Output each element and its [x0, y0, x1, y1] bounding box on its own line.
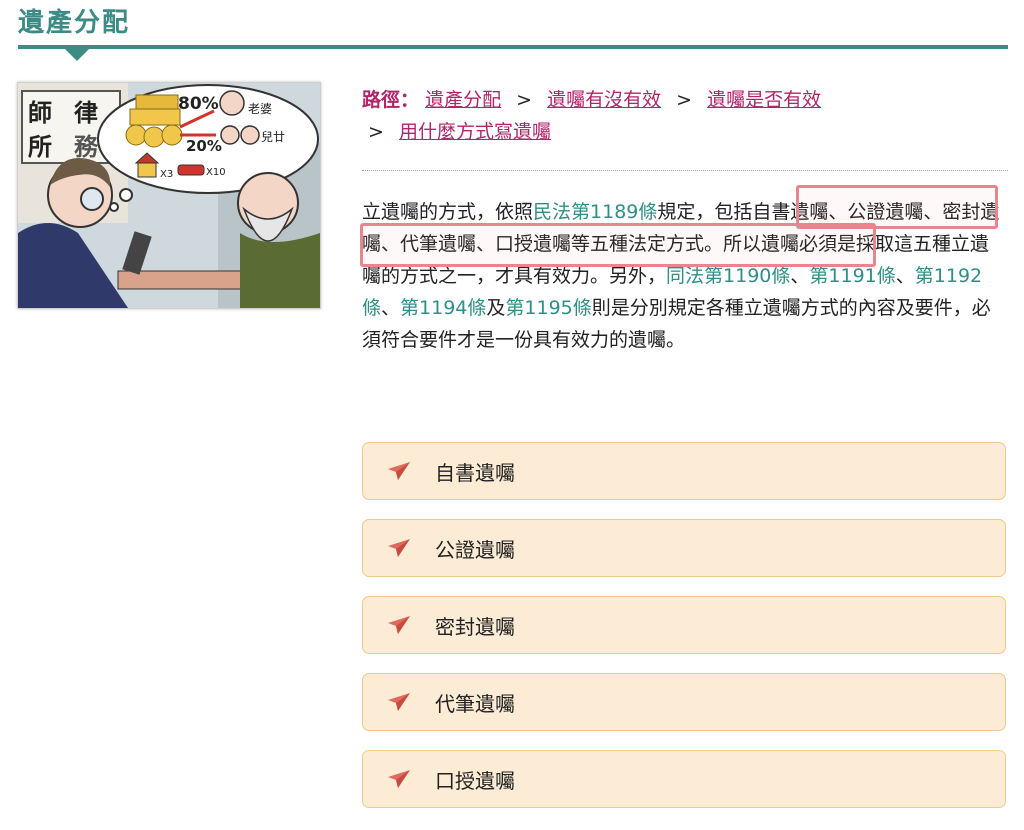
law-link-1191[interactable]: 第1191條 — [809, 265, 895, 287]
breadcrumb: 路徑： 遺產分配 > 遺囑有沒有效 > 遺囑是否有效 > 用什麼方式寫遺囑 — [362, 84, 1002, 148]
body-paragraph: 立遺囑的方式，依照民法第1189條規定，包括自書遺囑、公證遺囑、密封遺囑、代筆遺… — [362, 196, 1004, 356]
para-sep: 及 — [486, 297, 506, 319]
paper-plane-icon — [387, 614, 413, 636]
breadcrumb-separator: > — [676, 89, 693, 111]
accordion-item-notarized-will[interactable]: 公證遺囑 — [362, 519, 1006, 577]
sign-char: 師 — [28, 99, 52, 127]
law-link-1194[interactable]: 第1194條 — [400, 297, 486, 319]
pct-low: 20% — [186, 137, 222, 155]
kids-label: 兒廿 — [261, 130, 285, 144]
paper-plane-icon — [387, 691, 413, 713]
breadcrumb-link-will-effective[interactable]: 遺囑是否有效 — [707, 89, 821, 111]
paper-plane-icon — [387, 768, 413, 790]
dotted-divider — [362, 170, 1008, 171]
breadcrumb-link-estate[interactable]: 遺產分配 — [425, 89, 501, 111]
accordion-label: 公證遺囑 — [435, 537, 515, 562]
sign-char: 所 — [28, 133, 52, 161]
title-notch — [64, 48, 90, 61]
accordion-item-proxy-will[interactable]: 代筆遺囑 — [362, 673, 1006, 731]
house-mult: X3 — [160, 169, 173, 180]
accordion-item-oral-will[interactable]: 口授遺囑 — [362, 750, 1006, 808]
para-sep: 、 — [381, 297, 401, 319]
law-link-1189[interactable]: 民法第1189條 — [533, 201, 657, 223]
breadcrumb-label: 路徑： — [362, 89, 420, 111]
accordion-label: 密封遺囑 — [435, 614, 515, 639]
breadcrumb-separator: > — [368, 121, 384, 143]
wife-label: 老婆 — [248, 102, 272, 116]
law-link-1190[interactable]: 同法第1190條 — [666, 265, 790, 287]
car-mult: X10 — [206, 167, 226, 178]
breadcrumb-link-how-to-write[interactable]: 用什麼方式寫遺囑 — [399, 121, 551, 143]
para-sep: 、 — [790, 265, 810, 287]
paper-plane-icon — [387, 460, 413, 482]
accordion-item-sealed-will[interactable]: 密封遺囑 — [362, 596, 1006, 654]
sign-char: 律 — [74, 99, 98, 127]
para-text: 立遺囑的方式，依照 — [362, 201, 534, 223]
page-title: 遺產分配 — [18, 8, 131, 38]
lawyer-illustration: 師 律 所 務 80% 20% 老婆 兒廿 X3 X10 — [17, 82, 321, 309]
breadcrumb-link-will-valid[interactable]: 遺囑有沒有效 — [547, 89, 661, 111]
accordion-label: 代筆遺囑 — [435, 691, 515, 716]
paper-plane-icon — [387, 537, 413, 559]
accordion-item-self-written-will[interactable]: 自書遺囑 — [362, 442, 1006, 500]
title-divider — [18, 45, 1008, 49]
accordion-label: 自書遺囑 — [435, 460, 515, 485]
accordion-label: 口授遺囑 — [435, 768, 515, 793]
para-sep: 、 — [895, 265, 915, 287]
law-link-1195[interactable]: 第1195條 — [505, 297, 591, 319]
sign-char: 務 — [74, 133, 99, 161]
breadcrumb-separator: > — [516, 89, 533, 111]
